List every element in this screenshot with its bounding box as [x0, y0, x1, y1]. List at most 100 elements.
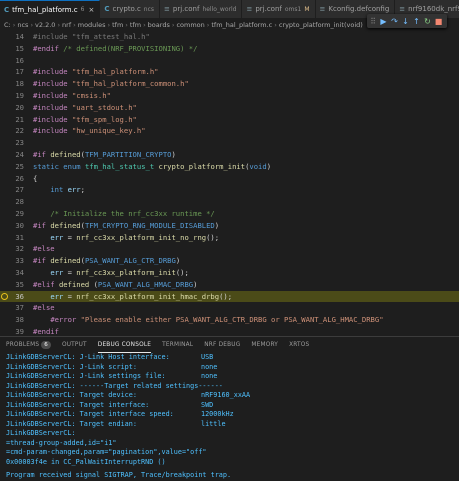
breadcrumb-item[interactable]: tfm — [112, 21, 123, 29]
code-text: err = nrf_cc3xx_platform_init_no_rng(); — [33, 232, 219, 244]
stop-icon[interactable]: ■ — [433, 16, 444, 27]
code-token: #include — [33, 79, 68, 88]
line-number: 25 — [0, 161, 24, 173]
code-token: #endif — [33, 44, 59, 53]
editor-tab[interactable]: Ccrypto.cncs — [100, 0, 160, 18]
panel-tab[interactable]: DEBUG CONSOLE — [98, 337, 151, 353]
tab-description: 6 — [81, 6, 85, 13]
code-token: #else — [33, 244, 55, 253]
panel-tab[interactable]: NRF DEBUG — [204, 337, 240, 353]
code-text: /* Initialize the nrf_cc3xx runtime */ — [33, 208, 215, 220]
code-text: #else — [33, 243, 55, 255]
console-line: JLinkGDBServerCL: Target interface:SWD — [6, 401, 459, 411]
breadcrumb-item[interactable]: tfm_hal_platform.c — [211, 21, 272, 29]
code-token: crypto_platform_init — [159, 162, 246, 171]
code-token: PSA_WANT_ALG_HMAC_DRBG — [98, 280, 193, 289]
chevron-right-icon: › — [274, 21, 277, 29]
code-line: 34 err = nrf_cc3xx_platform_init(); — [0, 267, 459, 279]
code-token: /* Initialize the nrf_cc3xx runtime */ — [50, 209, 214, 218]
code-token — [33, 315, 50, 324]
panel-tab[interactable]: TERMINAL — [162, 337, 193, 353]
line-number: 17 — [0, 66, 24, 78]
code-token: err — [50, 233, 63, 242]
panel-tab[interactable]: PROBLEMS6 — [6, 337, 51, 353]
code-line: 28 — [0, 196, 459, 208]
code-token: defined — [59, 280, 89, 289]
console-line: JLinkGDBServerCL: J-Link script:none — [6, 363, 459, 373]
step-over-icon[interactable]: ↷ — [389, 16, 400, 27]
close-icon[interactable]: × — [88, 6, 94, 14]
console-text: 0x00003f4e in CC_PalWaitInterruptRND () — [6, 458, 166, 466]
code-token: err — [68, 185, 81, 194]
console-text: Program received signal SIGTRAP, Trace/b… — [6, 471, 231, 479]
console-line: JLinkGDBServerCL: J-Link settings file:n… — [6, 372, 459, 382]
step-out-icon[interactable]: ↑ — [411, 16, 422, 27]
breadcrumb-item[interactable]: common — [176, 21, 204, 29]
code-text: #else — [33, 302, 55, 314]
code-line: 25static enum tfm_hal_status_t crypto_pl… — [0, 161, 459, 173]
console-line: JLinkGDBServerCL: ------Target related s… — [6, 382, 459, 392]
code-token: /* defined(NRF_PROVISIONING) */ — [59, 44, 197, 53]
panel-tab[interactable]: XRTOS — [289, 337, 309, 353]
code-token: #endif — [33, 327, 59, 336]
debug-console-output[interactable]: JLinkGDBServerCL: J-Link Host interface:… — [6, 353, 459, 481]
code-token: = — [63, 292, 76, 301]
panel-tab-label: DEBUG CONSOLE — [98, 342, 151, 348]
restart-icon[interactable]: ↻ — [422, 16, 433, 27]
editor-tab[interactable]: Ctfm_hal_platform.c6× — [0, 0, 100, 18]
code-line: 22#include "hw_unique_key.h" — [0, 125, 459, 137]
console-text: JLinkGDBServerCL: J-Link Host interface: — [6, 353, 170, 361]
line-number: 39 — [0, 326, 24, 336]
code-line: 19#include "cmsis.h" — [0, 90, 459, 102]
code-line: 39 #endif — [0, 326, 459, 336]
debug-toolbar: ⠿ ▶ ↷ ↓ ↑ ↻ ■ — [367, 14, 447, 28]
code-line: 24#if defined(TFM_PARTITION_CRYPTO) — [0, 149, 459, 161]
tab-description: ncs — [144, 6, 154, 13]
code-line: 31 err = nrf_cc3xx_platform_init_no_rng(… — [0, 232, 459, 244]
editor-tab[interactable]: ≡prj.confhello_world — [160, 0, 242, 18]
panel-tab[interactable]: OUTPUT — [62, 337, 87, 353]
code-token: int — [50, 185, 63, 194]
console-line: 0x00003f4e in CC_PalWaitInterruptRND () — [6, 458, 459, 468]
chevron-right-icon: › — [73, 21, 76, 29]
breadcrumb-item[interactable]: modules — [78, 21, 106, 29]
breadcrumb-item[interactable]: tfm — [130, 21, 141, 29]
code-text: #include "cmsis.h" — [33, 90, 111, 102]
code-token: nrf_cc3xx_platform_init — [76, 268, 176, 277]
code-token: (); — [176, 268, 189, 277]
code-text: #elif defined (PSA_WANT_ALG_HMAC_DRBG) — [33, 279, 197, 291]
config-file-icon: ≡ — [320, 5, 326, 13]
breadcrumb-item[interactable]: crypto_platform_init(void) — [279, 21, 363, 29]
code-token: ) — [176, 256, 180, 265]
code-token: #include — [33, 67, 68, 76]
console-line: JLinkGDBServerCL: Target device:nRF9160_… — [6, 391, 459, 401]
code-token: #include "tfm_attest_hal.h" — [33, 32, 150, 41]
code-editor[interactable]: 14#include "tfm_attest_hal.h"15#endif /*… — [0, 31, 459, 336]
line-number: 28 — [0, 196, 24, 208]
breadcrumb-item[interactable]: nrf — [62, 21, 71, 29]
breadcrumb-item[interactable]: v2.2.0 — [35, 21, 55, 29]
code-text: #include "tfm_attest_hal.h" — [33, 31, 150, 43]
breadcrumb-item[interactable]: ncs — [17, 21, 28, 29]
console-value: none — [201, 372, 217, 382]
code-token: ) — [171, 150, 175, 159]
console-line: JLinkGDBServerCL: — [6, 429, 459, 439]
c-file-icon: C — [104, 5, 109, 13]
line-number: 22 — [0, 125, 24, 137]
drag-grip-icon[interactable]: ⠿ — [370, 17, 376, 26]
breadcrumb-item[interactable]: boards — [148, 21, 170, 29]
chevron-right-icon: › — [143, 21, 146, 29]
editor-tab[interactable]: ≡prj.confoms1M — [242, 0, 315, 18]
panel-tab[interactable]: MEMORY — [251, 337, 278, 353]
console-value: SWD — [201, 401, 213, 411]
continue-icon[interactable]: ▶ — [378, 16, 389, 27]
code-token: #elif — [33, 280, 55, 289]
panel-tab-label: TERMINAL — [162, 342, 193, 348]
console-text: JLinkGDBServerCL: Target endian: — [6, 420, 137, 428]
code-text: { — [33, 173, 37, 185]
code-text: #if defined(TFM_PARTITION_CRYPTO) — [33, 149, 176, 161]
breadcrumb-item[interactable]: C: — [4, 21, 11, 29]
step-into-icon[interactable]: ↓ — [400, 16, 411, 27]
line-number: 32 — [0, 243, 24, 255]
bottom-panel: PROBLEMS6 OUTPUT DEBUG CONSOLE TERMINAL NRF … — [0, 336, 459, 481]
